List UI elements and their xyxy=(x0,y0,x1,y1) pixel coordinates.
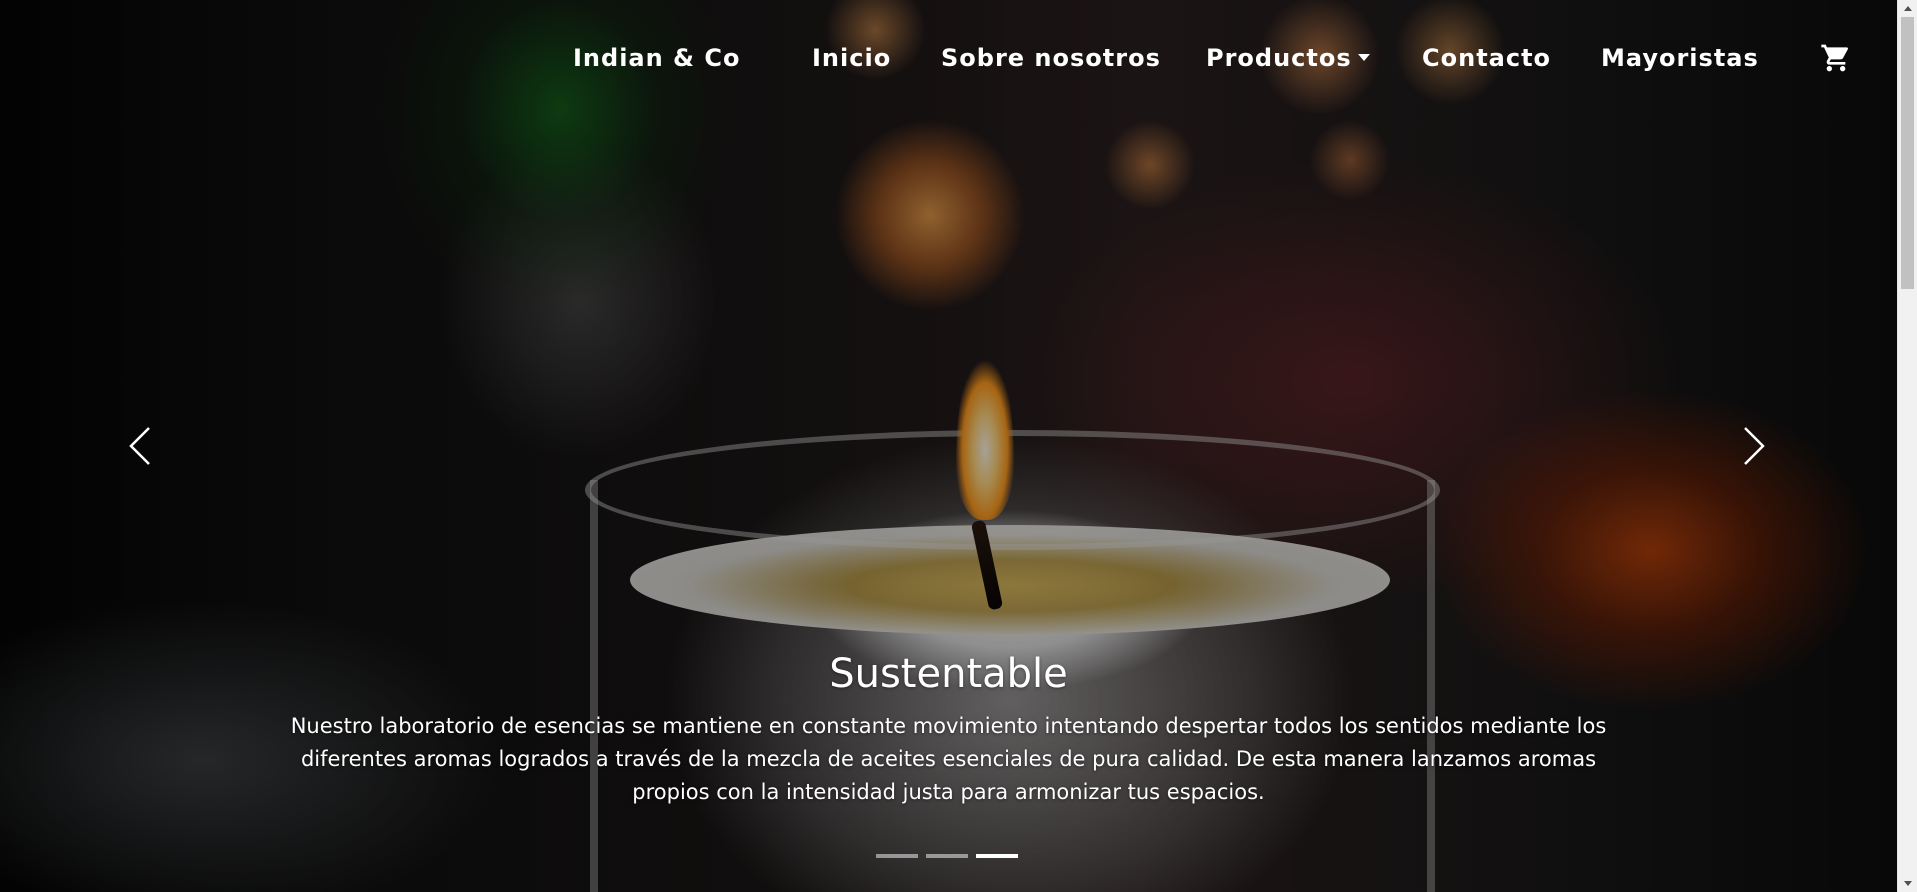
carousel-caption: Sustentable Nuestro laboratorio de esenc… xyxy=(280,652,1617,809)
carousel-indicator-1[interactable] xyxy=(876,854,918,858)
slide-title: Sustentable xyxy=(829,651,1068,697)
carousel-prev-button[interactable] xyxy=(119,420,159,472)
nav-item-mayoristas[interactable]: Mayoristas xyxy=(1601,44,1759,72)
page: Indian & Co Inicio Sobre nosotros Produc… xyxy=(0,0,1917,892)
nav-item-productos-label: Productos xyxy=(1206,44,1352,72)
scrollbar-thumb[interactable] xyxy=(1901,17,1914,289)
shopping-cart-icon[interactable] xyxy=(1820,42,1852,74)
slide-description: Nuestro laboratorio de esencias se manti… xyxy=(290,714,1607,804)
carousel-indicator-3[interactable] xyxy=(976,854,1018,858)
chevron-left-icon xyxy=(129,427,150,465)
carousel-indicator-2[interactable] xyxy=(926,854,968,858)
scroll-down-button[interactable] xyxy=(1898,875,1917,892)
vertical-scrollbar[interactable] xyxy=(1897,0,1917,892)
carousel-indicators xyxy=(876,854,1018,858)
arrow-down-icon xyxy=(1903,881,1912,886)
carousel-next-button[interactable] xyxy=(1735,420,1775,472)
chevron-right-icon xyxy=(1744,427,1765,465)
arrow-up-icon xyxy=(1903,6,1912,11)
scroll-up-button[interactable] xyxy=(1898,0,1917,17)
caret-down-icon xyxy=(1357,54,1370,61)
nav-item-inicio[interactable]: Inicio xyxy=(812,44,891,72)
nav-item-sobre-nosotros[interactable]: Sobre nosotros xyxy=(941,44,1161,72)
nav-item-contacto[interactable]: Contacto xyxy=(1422,44,1551,72)
nav-item-productos-dropdown[interactable]: Productos xyxy=(1206,44,1370,72)
main-navbar: Indian & Co Inicio Sobre nosotros Produc… xyxy=(0,0,1897,118)
brand-logo-link[interactable]: Indian & Co xyxy=(573,44,740,72)
